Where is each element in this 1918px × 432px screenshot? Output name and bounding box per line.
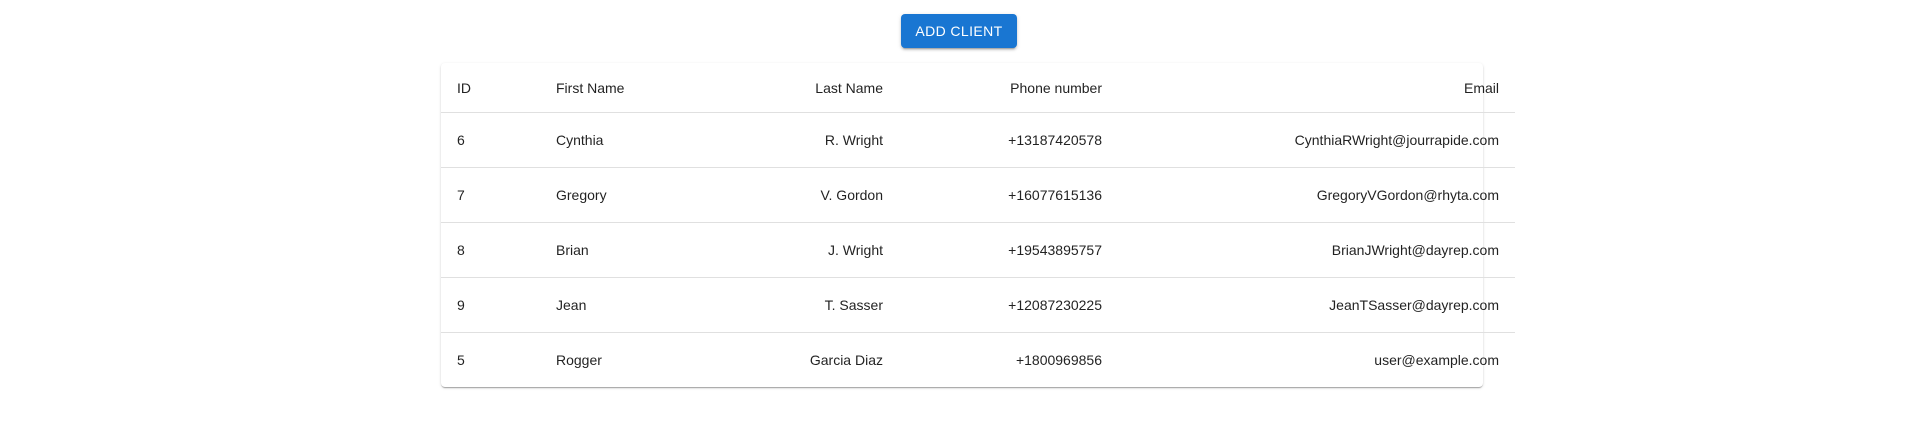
table-row: 7 Gregory V. Gordon +16077615136 Gregory… (441, 167, 1515, 223)
cell-first-name: Cynthia (540, 112, 723, 168)
table-row: 8 Brian J. Wright +19543895757 BrianJWri… (441, 222, 1515, 278)
table-row: 6 Cynthia R. Wright +13187420578 Cynthia… (441, 112, 1515, 168)
clients-table: ID First Name Last Name Phone number Ema… (441, 63, 1515, 387)
cell-phone: +12087230225 (899, 277, 1118, 333)
header-first-name: First Name (540, 63, 723, 113)
cell-email: GregoryVGordon@rhyta.com (1118, 167, 1515, 223)
table-header-row: ID First Name Last Name Phone number Ema… (441, 63, 1515, 113)
cell-email: CynthiaRWright@jourrapide.com (1118, 112, 1515, 168)
table-row: 9 Jean T. Sasser +12087230225 JeanTSasse… (441, 277, 1515, 333)
table-row: 5 Rogger Garcia Diaz +1800969856 user@ex… (441, 333, 1515, 388)
toolbar: ADD CLIENT (0, 14, 1918, 48)
cell-first-name: Rogger (556, 352, 602, 368)
cell-last-name: V. Gordon (723, 167, 899, 223)
cell-first-name: Brian (540, 222, 723, 278)
cell-id: 5 (457, 352, 465, 368)
header-phone: Phone number (899, 63, 1118, 113)
cell-last-name: Garcia Diaz (809, 352, 883, 368)
clients-table-container: ID First Name Last Name Phone number Ema… (441, 63, 1515, 387)
cell-last-name: T. Sasser (723, 277, 899, 333)
cell-id: 8 (441, 222, 540, 278)
cell-last-name: J. Wright (723, 222, 899, 278)
header-email: Email (1118, 63, 1515, 113)
cell-email: user@example.com (1374, 352, 1499, 368)
cell-phone: +13187420578 (899, 112, 1118, 168)
cell-phone: +1800969856 (1015, 352, 1102, 368)
cell-id: 7 (441, 167, 540, 223)
cell-id: 6 (441, 112, 540, 168)
cell-phone: +19543895757 (899, 222, 1118, 278)
cell-id: 9 (441, 277, 540, 333)
header-id: ID (441, 63, 540, 113)
cell-first-name: Gregory (540, 167, 723, 223)
add-client-button[interactable]: ADD CLIENT (901, 14, 1017, 48)
cell-email: BrianJWright@dayrep.com (1118, 222, 1515, 278)
cell-phone: +16077615136 (899, 167, 1118, 223)
cell-first-name: Jean (540, 277, 723, 333)
cell-last-name: R. Wright (723, 112, 899, 168)
header-last-name: Last Name (723, 63, 899, 113)
cell-email: JeanTSasser@dayrep.com (1118, 277, 1515, 333)
